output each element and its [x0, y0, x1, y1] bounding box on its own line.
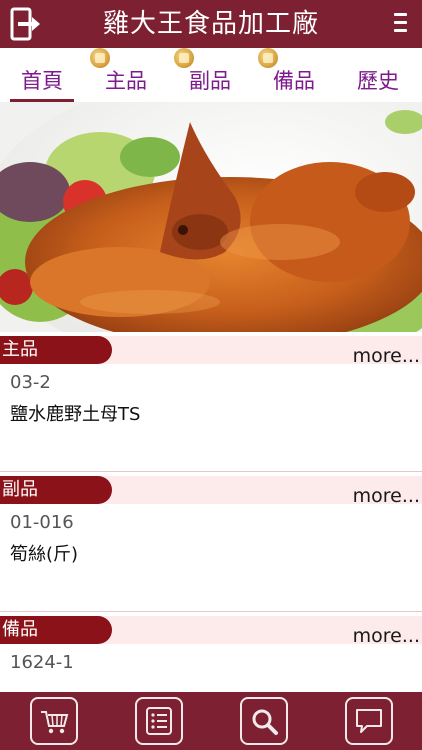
product-name[interactable]: 鹽水鹿野土母TS [10, 404, 140, 426]
product-name[interactable]: 筍絲(斤) [10, 544, 78, 566]
menu-button[interactable] [394, 13, 408, 35]
product-code: 03-2 [10, 372, 51, 393]
section-title-pill: 備品 [0, 616, 112, 644]
section-title-pill: 副品 [0, 476, 112, 504]
more-link[interactable]: more... [353, 625, 420, 647]
section-title: 備品 [2, 619, 38, 640]
tab-side-products[interactable]: 副品 [168, 48, 252, 102]
roast-chicken-photo [0, 102, 422, 332]
chat-button[interactable] [345, 697, 393, 745]
app-title: 雞大王食品加工廠 [102, 9, 319, 39]
hamburger-menu-icon [394, 13, 408, 32]
tab-home[interactable]: 首頁 [0, 48, 84, 102]
exit-button[interactable] [10, 7, 40, 41]
product-code: 01-016 [10, 512, 74, 533]
tab-bar: 首頁 主品 副品 備品 歷史 [0, 48, 422, 102]
section-title: 主品 [2, 339, 38, 360]
tab-label: 主品 [105, 69, 147, 93]
cart-button[interactable] [30, 697, 78, 745]
tab-label: 歷史 [357, 69, 399, 93]
search-icon [252, 709, 278, 735]
tab-label: 備品 [273, 69, 315, 93]
list-button[interactable] [135, 697, 183, 745]
tab-label: 首頁 [21, 69, 63, 93]
gold-badge-icon [90, 48, 110, 68]
gold-badge-icon [258, 48, 278, 68]
tab-spare-products[interactable]: 備品 [252, 48, 336, 102]
more-link[interactable]: more... [353, 485, 420, 507]
search-button[interactable] [240, 697, 288, 745]
tab-main-products[interactable]: 主品 [84, 48, 168, 102]
more-link[interactable]: more... [353, 345, 420, 367]
hero-banner[interactable] [0, 102, 422, 332]
section-title: 副品 [2, 479, 38, 500]
chat-icon [356, 709, 382, 733]
bottom-nav-bar [0, 692, 422, 750]
tab-label: 副品 [189, 69, 231, 93]
section-side-products: 副品 more... 01-016 筍絲(斤) [0, 472, 422, 612]
section-title-pill: 主品 [0, 336, 112, 364]
list-icon [146, 707, 172, 735]
exit-icon [10, 7, 40, 41]
app-header: 雞大王食品加工廠 [0, 0, 422, 48]
section-main-products: 主品 more... 03-2 鹽水鹿野土母TS [0, 332, 422, 472]
cart-icon [41, 711, 69, 734]
gold-badge-icon [174, 48, 194, 68]
tab-history[interactable]: 歷史 [336, 48, 420, 102]
product-code: 1624-1 [10, 652, 74, 673]
